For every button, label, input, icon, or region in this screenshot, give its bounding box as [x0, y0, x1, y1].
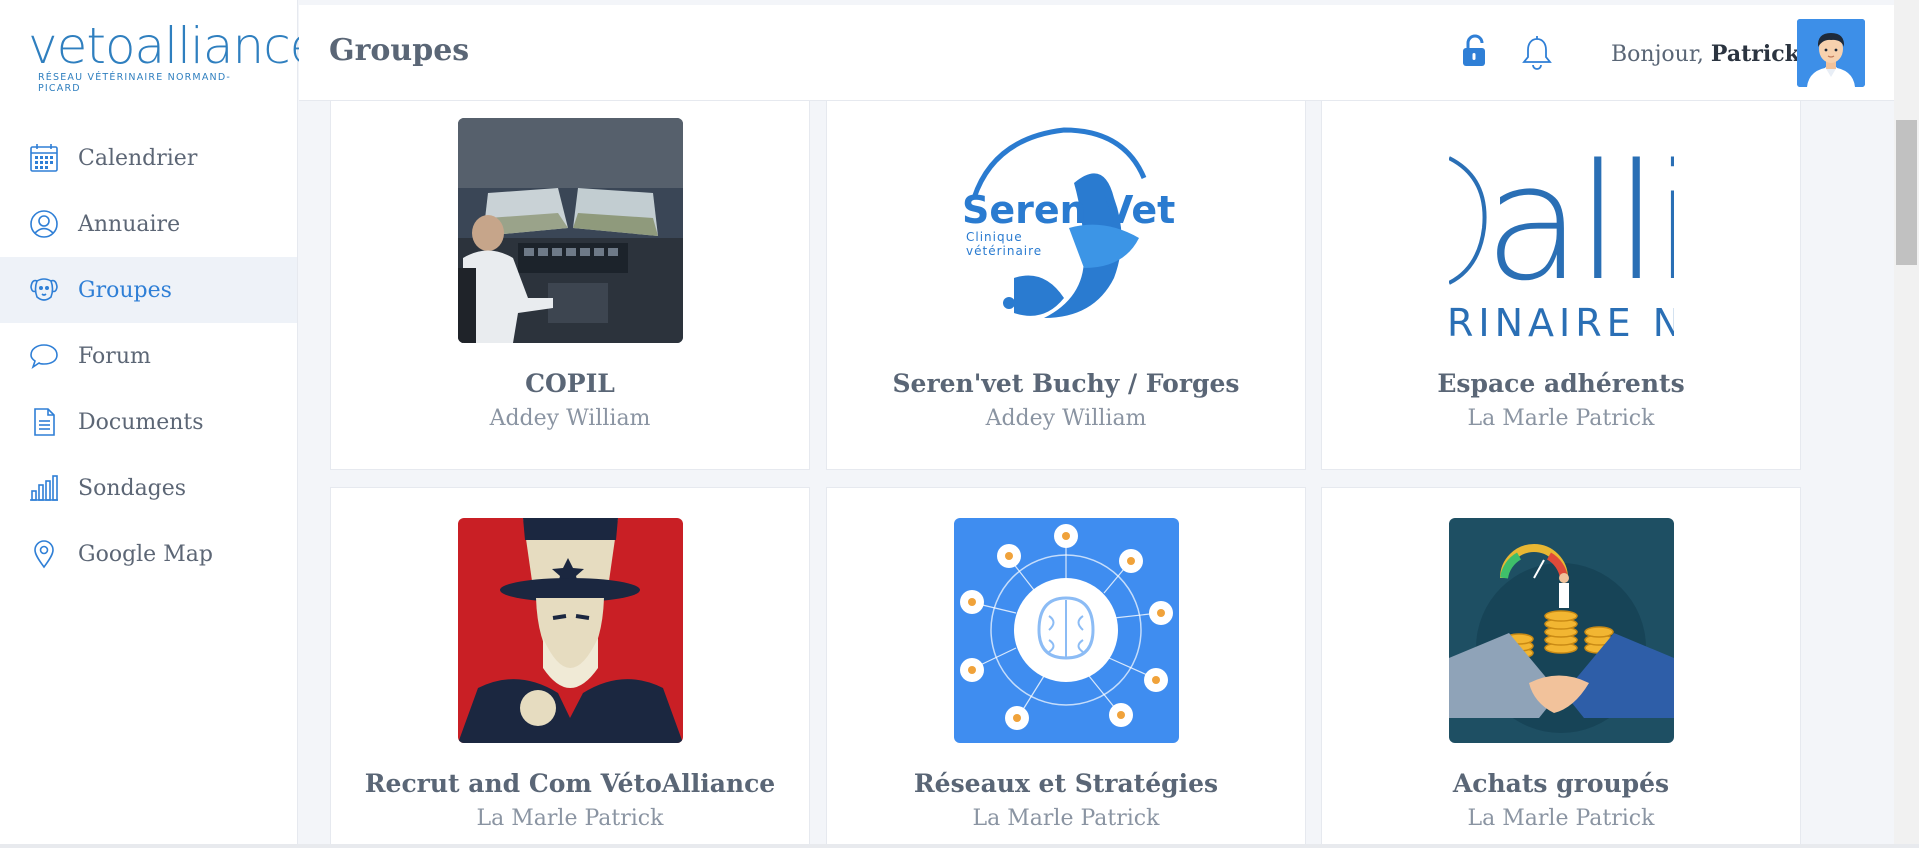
- bottom-divider: [0, 844, 1919, 848]
- sidebar-item-label: Google Map: [78, 541, 213, 567]
- group-owner: Addey William: [985, 406, 1147, 431]
- calendar-icon: [28, 142, 60, 174]
- group-title[interactable]: Seren'vet Buchy / Forges: [827, 369, 1305, 398]
- sidebar-item-forum[interactable]: Forum: [0, 323, 297, 389]
- unlock-icon[interactable]: [1460, 33, 1490, 69]
- sidebar-item-label: Documents: [78, 409, 204, 435]
- group-image-cockpit[interactable]: [458, 118, 683, 343]
- group-card[interactable]: Réseaux et Stratégies La Marle Patrick: [826, 487, 1306, 848]
- group-image-serenvet[interactable]: Seren Vet Clinique vétérinaire: [954, 118, 1179, 343]
- brand-wordmark: vetoalliance: [28, 17, 320, 75]
- sidebar: vetoalliance RÉSEAU VÉTÉRINAIRE NORMAND-…: [0, 0, 320, 848]
- avatar[interactable]: [1797, 19, 1865, 87]
- group-card[interactable]: Achats groupés La Marle Patrick: [1321, 487, 1801, 848]
- sidebar-item-annuaire[interactable]: Annuaire: [0, 191, 297, 257]
- user-greeting: Bonjour, Patrick: [1611, 41, 1800, 67]
- page-scrollbar[interactable]: [1894, 0, 1919, 848]
- sidebar-item-calendrier[interactable]: Calendrier: [0, 125, 297, 191]
- group-owner: La Marle Patrick: [1467, 406, 1655, 431]
- sidebar-item-label: Forum: [78, 343, 151, 369]
- map-pin-icon: [28, 538, 60, 570]
- group-card[interactable]: COPIL Addey William: [330, 100, 810, 470]
- user-circle-icon: [28, 208, 60, 240]
- greeting-prefix: Bonjour,: [1611, 42, 1711, 67]
- sidebar-item-label: Sondages: [78, 475, 187, 501]
- group-owner: La Marle Patrick: [972, 806, 1160, 831]
- bar-chart-icon: [28, 472, 60, 504]
- brand-logo[interactable]: vetoalliance RÉSEAU VÉTÉRINAIRE NORMAND-…: [28, 17, 320, 94]
- group-title[interactable]: COPIL: [331, 369, 809, 398]
- page-title: Groupes: [329, 33, 470, 68]
- serenvet-logo-word: Seren: [962, 188, 1087, 232]
- bell-icon[interactable]: [1520, 35, 1554, 71]
- group-image-uncle-sam[interactable]: [458, 518, 683, 743]
- group-owner: La Marle Patrick: [1467, 806, 1655, 831]
- document-icon: [28, 406, 60, 438]
- sidebar-item-groupes[interactable]: Groupes: [0, 257, 297, 323]
- top-header: Groupes Bonjour, Patrick: [299, 5, 1894, 101]
- scrollbar-thumb[interactable]: [1896, 120, 1917, 265]
- group-title[interactable]: Recrut and Com VétoAlliance: [331, 769, 809, 798]
- group-title[interactable]: Espace adhérents: [1322, 369, 1800, 398]
- sidebar-item-sondages[interactable]: Sondages: [0, 455, 297, 521]
- sidebar-item-label: Annuaire: [78, 211, 181, 237]
- vetoalliance-logo-text: alli: [1484, 129, 1674, 316]
- serenvet-logo-vet: Vet: [1104, 188, 1175, 232]
- group-title[interactable]: Réseaux et Stratégies: [827, 769, 1305, 798]
- group-card[interactable]: Recrut and Com VétoAlliance La Marle Pat…: [330, 487, 810, 848]
- group-title[interactable]: Achats groupés: [1322, 769, 1800, 798]
- serenvet-logo-sub2: vétérinaire: [966, 244, 1042, 258]
- group-owner: Addey William: [489, 406, 651, 431]
- speech-bubble-icon: [28, 340, 60, 372]
- group-image-vetoalliance[interactable]: alli RINAIRE NO: [1449, 118, 1674, 343]
- group-image-handshake[interactable]: [1449, 518, 1674, 743]
- group-card[interactable]: alli RINAIRE NO Espace adhérents La Marl…: [1321, 100, 1801, 470]
- serenvet-logo-sub1: Clinique: [966, 230, 1023, 244]
- vetoalliance-logo-sub: RINAIRE NO: [1449, 301, 1674, 343]
- sidebar-nav: Calendrier Annuaire Groupes Forum Docume…: [0, 125, 297, 587]
- user-name: Patrick: [1710, 41, 1800, 67]
- dog-face-icon: [28, 274, 60, 306]
- sidebar-item-google-map[interactable]: Google Map: [0, 521, 297, 587]
- sidebar-item-documents[interactable]: Documents: [0, 389, 297, 455]
- group-owner: La Marle Patrick: [476, 806, 664, 831]
- sidebar-item-label: Groupes: [78, 277, 172, 303]
- group-card[interactable]: Seren Vet Clinique vétérinaire Seren'vet…: [826, 100, 1306, 470]
- brand-tagline: RÉSEAU VÉTÉRINAIRE NORMAND-PICARD: [38, 72, 231, 94]
- group-image-brain-network[interactable]: [954, 518, 1179, 743]
- sidebar-item-label: Calendrier: [78, 145, 198, 171]
